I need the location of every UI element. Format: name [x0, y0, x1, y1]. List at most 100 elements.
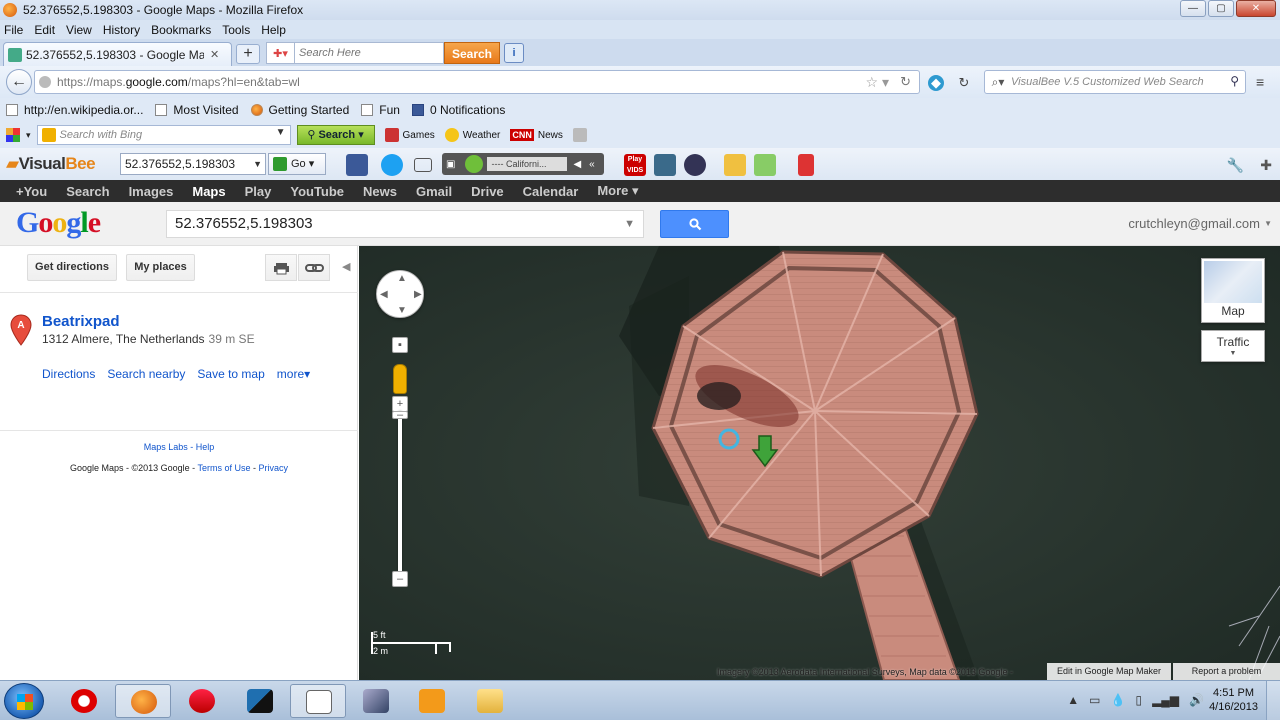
visualbee-go-button[interactable]: Go ▾: [268, 153, 326, 175]
news-button[interactable]: CNN News: [510, 129, 563, 141]
privacy-link[interactable]: Privacy: [259, 463, 289, 473]
menu-help[interactable]: Help: [261, 23, 286, 37]
taskbar-clock[interactable]: 4:51 PM 4/16/2013: [1209, 686, 1258, 714]
taskbar-opera[interactable]: [56, 684, 112, 718]
pegman-icon[interactable]: [393, 364, 407, 394]
play-icon[interactable]: [465, 155, 484, 173]
bookmark-notifications[interactable]: 0 Notifications: [411, 103, 505, 117]
bookmark-wikipedia[interactable]: http://en.wikipedia.or...: [6, 103, 143, 117]
report-problem-link[interactable]: Report a problem: [1173, 663, 1280, 680]
maps-search-input[interactable]: 52.376552,5.198303 ▼: [166, 210, 644, 238]
radio-station[interactable]: ---- Californi...: [487, 157, 568, 171]
tray-window-icon[interactable]: ▭: [1089, 693, 1100, 707]
close-icon[interactable]: ✕: [1236, 0, 1276, 17]
game-icon[interactable]: [684, 154, 706, 176]
directions-link[interactable]: Directions: [42, 367, 95, 381]
zoom-slider[interactable]: [398, 411, 402, 579]
gbar-calendar[interactable]: Calendar: [523, 184, 579, 199]
taskbar-notepad[interactable]: [290, 684, 346, 718]
twitter-icon[interactable]: [381, 154, 403, 176]
menu-view[interactable]: View: [66, 23, 92, 37]
gbar-search[interactable]: Search: [66, 184, 109, 199]
mail-icon[interactable]: [414, 158, 432, 172]
volume-icon[interactable]: 🔊: [1189, 693, 1204, 707]
google-logo[interactable]: Google: [16, 206, 101, 240]
collapse-panel-icon[interactable]: ◀: [342, 260, 350, 273]
pan-control[interactable]: ▲ ▼ ◀ ▶: [376, 270, 424, 318]
bookmark-star-icon[interactable]: ☆ ▾: [866, 74, 889, 91]
gbar-images[interactable]: Images: [129, 184, 174, 199]
rewind-icon[interactable]: «: [589, 159, 595, 170]
gbar-play[interactable]: Play: [245, 184, 272, 199]
save-to-map-link[interactable]: Save to map: [197, 367, 264, 381]
maps-search-button[interactable]: [660, 210, 729, 238]
gbar-maps[interactable]: Maps: [192, 184, 225, 199]
my-places-button[interactable]: My places: [126, 254, 195, 281]
pan-right-icon[interactable]: ▶: [414, 289, 422, 300]
taskbar-tools[interactable]: [348, 684, 404, 718]
account-email[interactable]: crutchleyn@gmail.com: [1128, 216, 1260, 231]
magnifier-icon[interactable]: ⚲: [1230, 74, 1239, 88]
menu-file[interactable]: File: [4, 23, 23, 37]
address-bar[interactable]: https://maps.google.com/maps?hl=en&tab=w…: [34, 70, 920, 94]
network-icon[interactable]: ▂▄▆: [1152, 693, 1179, 707]
gbar-drive[interactable]: Drive: [471, 184, 504, 199]
refresh-icon[interactable]: ↻: [956, 75, 972, 91]
menu-icon[interactable]: ≡: [1256, 73, 1274, 91]
toolbar-search-input[interactable]: [294, 42, 444, 64]
gbar-news[interactable]: News: [363, 184, 397, 199]
map-canvas[interactable]: ▲ ▼ ◀ ▶ ▪ + – – 5 ft 2 m Map Traffic ▼ I…: [359, 246, 1280, 680]
more-link[interactable]: more▾: [277, 367, 310, 381]
map-maker-link[interactable]: Edit in Google Map Maker: [1047, 663, 1171, 680]
gbar-youtube[interactable]: YouTube: [290, 184, 344, 199]
info-icon[interactable]: i: [504, 43, 524, 63]
visualbee-search[interactable]: ⌕▾ VisualBee V.5 Customized Web Search ⚲: [984, 70, 1246, 94]
gbar-gmail[interactable]: Gmail: [416, 184, 452, 199]
get-directions-button[interactable]: Get directions: [27, 254, 117, 281]
bookmark-getting-started[interactable]: Getting Started: [250, 103, 349, 117]
link-button[interactable]: [298, 254, 330, 281]
taskbar-media[interactable]: [404, 684, 460, 718]
bookmark-fun[interactable]: Fun: [361, 103, 400, 117]
taskbar-firefox[interactable]: [115, 684, 171, 718]
wrench-icon[interactable]: 🔧: [1227, 157, 1244, 174]
maximize-icon[interactable]: ▢: [1208, 0, 1234, 17]
gbar-plus-you[interactable]: +You: [16, 184, 47, 199]
traffic-button[interactable]: Traffic ▼: [1201, 330, 1265, 362]
weather-button[interactable]: Weather: [444, 128, 500, 142]
tab-close-icon[interactable]: ✕: [210, 48, 219, 61]
bing-search-button[interactable]: ⚲ Search ▾: [296, 125, 375, 145]
reload-icon[interactable]: ↻: [900, 74, 911, 90]
pan-down-icon[interactable]: ▼: [397, 305, 407, 316]
facebook-icon[interactable]: [346, 154, 368, 176]
maps-labs-link[interactable]: Maps Labs: [144, 442, 188, 452]
battery-icon[interactable]: ▯: [1135, 693, 1142, 707]
chevron-down-icon[interactable]: ▼: [276, 127, 286, 138]
globe-icon[interactable]: [654, 154, 676, 176]
pan-up-icon[interactable]: ▲: [397, 273, 407, 284]
apps-grid-icon[interactable]: [6, 128, 20, 142]
search-nearby-link[interactable]: Search nearby: [107, 367, 185, 381]
new-tab-button[interactable]: +: [236, 44, 260, 64]
search-engine-icon[interactable]: ✚▾: [266, 42, 294, 64]
map-type-button[interactable]: Map: [1201, 258, 1265, 323]
play-vids-icon[interactable]: Play VIDS: [624, 154, 646, 176]
zoom-reset-button[interactable]: ▪: [392, 337, 408, 353]
bookmark-most-visited[interactable]: Most Visited: [155, 103, 239, 117]
terms-link[interactable]: Terms of Use: [198, 463, 251, 473]
taskbar-explorer[interactable]: [462, 684, 518, 718]
chevron-down-icon[interactable]: ▼: [1264, 219, 1272, 228]
tray-drop-icon[interactable]: 💧: [1111, 693, 1126, 707]
minimize-icon[interactable]: —: [1180, 0, 1206, 17]
zoom-slider-handle[interactable]: –: [392, 410, 408, 421]
calculator-icon[interactable]: [724, 154, 746, 176]
chevron-down-icon[interactable]: ▼: [624, 211, 635, 237]
menu-bookmarks[interactable]: Bookmarks: [151, 23, 211, 37]
shield-icon[interactable]: ◆: [928, 75, 944, 91]
help-link[interactable]: Help: [196, 442, 215, 452]
tab-google-maps[interactable]: 52.376552,5.198303 - Google Maps ✕: [3, 42, 232, 66]
gbar-more[interactable]: More ▾: [597, 183, 638, 199]
bing-search-input[interactable]: Search with Bing ▼: [36, 125, 291, 145]
chevron-down-icon[interactable]: ▼: [253, 154, 262, 174]
taskbar-ccleaner[interactable]: [174, 684, 230, 718]
